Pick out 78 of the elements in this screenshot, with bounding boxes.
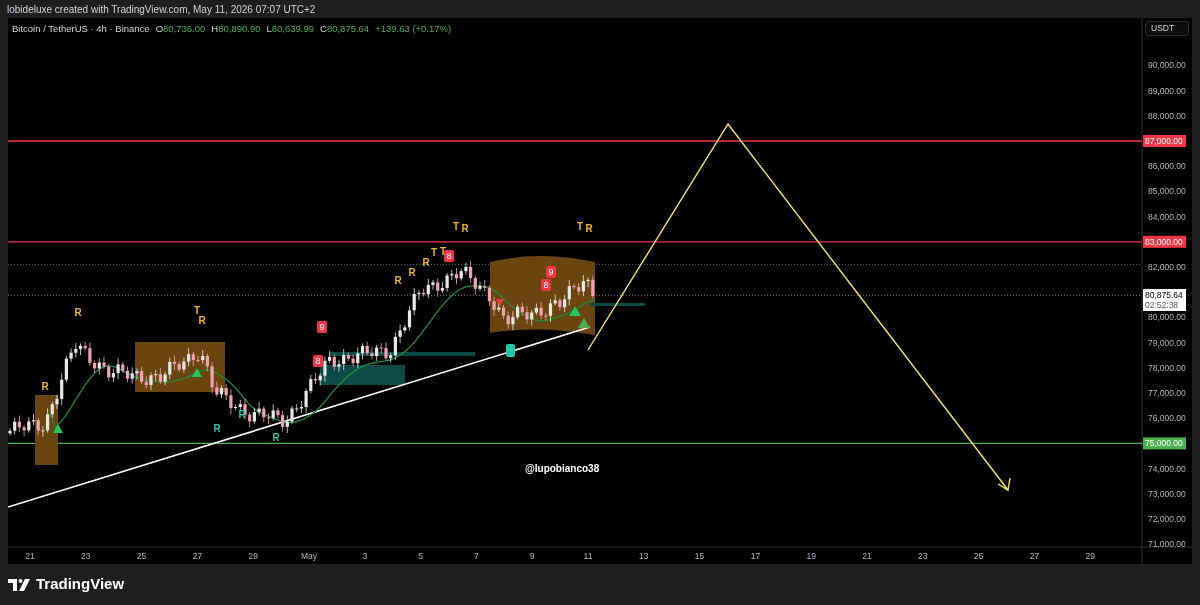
currency-button[interactable]: USDT — [1145, 21, 1189, 36]
signal-letter: R — [238, 409, 246, 420]
time-axis-label: May — [300, 551, 318, 561]
price-axis-label: 79,000.00 — [1148, 337, 1186, 348]
time-axis-label: 13 — [639, 551, 649, 561]
signal-letter: R — [272, 432, 280, 443]
time-axis-label: 21 — [25, 551, 35, 561]
down-triangle-marker — [496, 299, 504, 306]
signal-letter: T — [576, 221, 584, 232]
time-axis-label: 19 — [806, 551, 816, 561]
signal-letter: R — [41, 381, 49, 392]
price-axis-label: 82,000.00 — [1148, 262, 1186, 272]
count-badge: 8 — [541, 279, 551, 291]
price-axis-label: 76,000.00 — [1148, 413, 1186, 424]
count-badge: 9 — [317, 321, 327, 333]
price-axis-label: 80,000.00 — [1148, 312, 1186, 323]
chart-annotation: @lupobianco38 — [525, 463, 600, 474]
time-axis-label: 25 — [973, 551, 984, 561]
ohlc-value: L80,639.99 — [266, 22, 314, 36]
time-axis-label: 21 — [862, 551, 872, 561]
time-axis-label: 23 — [81, 551, 91, 561]
signal-letter: R — [74, 307, 82, 318]
time-axis-label: 23 — [918, 551, 928, 561]
symbol-title: Bitcoin / TetherUS · 4h · Binance — [12, 22, 150, 36]
price-change: +139.63 (+0.17%) — [375, 22, 452, 36]
time-axis-label: 7 — [474, 551, 479, 561]
price-axis-label: 84,000.00 — [1148, 211, 1186, 222]
signal-letter: T — [439, 246, 447, 257]
price-axis-label: 89,000.00 — [1148, 85, 1186, 96]
time-axis-label: 3 — [362, 551, 368, 561]
count-badge: 8 — [444, 250, 454, 262]
signal-letter: R — [394, 275, 402, 286]
time-axis-label: 17 — [750, 551, 761, 561]
price-axis-label: 86,000.00 — [1148, 161, 1186, 172]
signal-letter: T — [452, 221, 460, 232]
level-price-label: 75,000.00 — [1143, 437, 1186, 450]
time-axis-label: 11 — [583, 551, 593, 561]
count-badge: 9 — [546, 266, 556, 278]
price-axis-label: 77,000.00 — [1148, 388, 1186, 398]
level-price-label: 87,000.00 — [1143, 135, 1186, 147]
signal-letter: T — [430, 247, 438, 258]
ohlc-value: O80,736.00 — [155, 22, 206, 36]
up-triangle-marker — [192, 368, 202, 377]
time-axis-label: 9 — [529, 551, 535, 561]
up-triangle-marker — [578, 318, 590, 328]
signal-letter: T — [193, 305, 201, 316]
chart-caption: lobideluxe created with TradingView.com, May 11, 2026 07:07 UTC+2 — [7, 2, 316, 17]
time-axis-label: 29 — [248, 551, 258, 561]
up-triangle-marker — [569, 306, 581, 316]
signal-letter: R — [422, 257, 430, 268]
price-axis-label: 78,000.00 — [1148, 362, 1186, 373]
time-axis-label: 25 — [136, 551, 147, 561]
logo-icon — [8, 578, 32, 591]
last-price-label: 80,875.64 02:52:38 — [1143, 289, 1186, 311]
logo-text: TradingView — [36, 574, 125, 595]
signal-letter: R — [408, 267, 416, 278]
price-axis-label: 90,000.00 — [1148, 60, 1186, 71]
signal-letter: R — [585, 223, 593, 234]
time-axis-label: 15 — [694, 551, 705, 561]
signal-letter: R — [213, 423, 221, 434]
time-axis-label: 29 — [1085, 551, 1095, 561]
signal-letter: R — [198, 315, 206, 326]
time-axis-label: 27 — [192, 551, 203, 561]
ohlc-value: C80,875.64 — [320, 22, 370, 36]
time-axis-label: 27 — [1029, 551, 1040, 561]
count-badge: 8 — [313, 355, 323, 367]
up-triangle-marker — [53, 424, 63, 433]
price-axis-label: 74,000.00 — [1148, 463, 1186, 474]
price-axis-label: 72,000.00 — [1148, 514, 1186, 524]
time-axis-label: 5 — [418, 551, 423, 561]
signal-tag-icon — [506, 344, 515, 357]
level-price-label: 83,000.00 — [1143, 235, 1186, 248]
price-axis-label: 85,000.00 — [1148, 186, 1186, 197]
signal-letter: R — [461, 223, 469, 234]
price-axis-label: 71,000.00 — [1148, 539, 1186, 550]
ohlc-value: H80,890.90 — [211, 22, 261, 36]
price-axis-label: 73,000.00 — [1148, 488, 1186, 499]
price-axis-label: 88,000.00 — [1148, 110, 1186, 121]
